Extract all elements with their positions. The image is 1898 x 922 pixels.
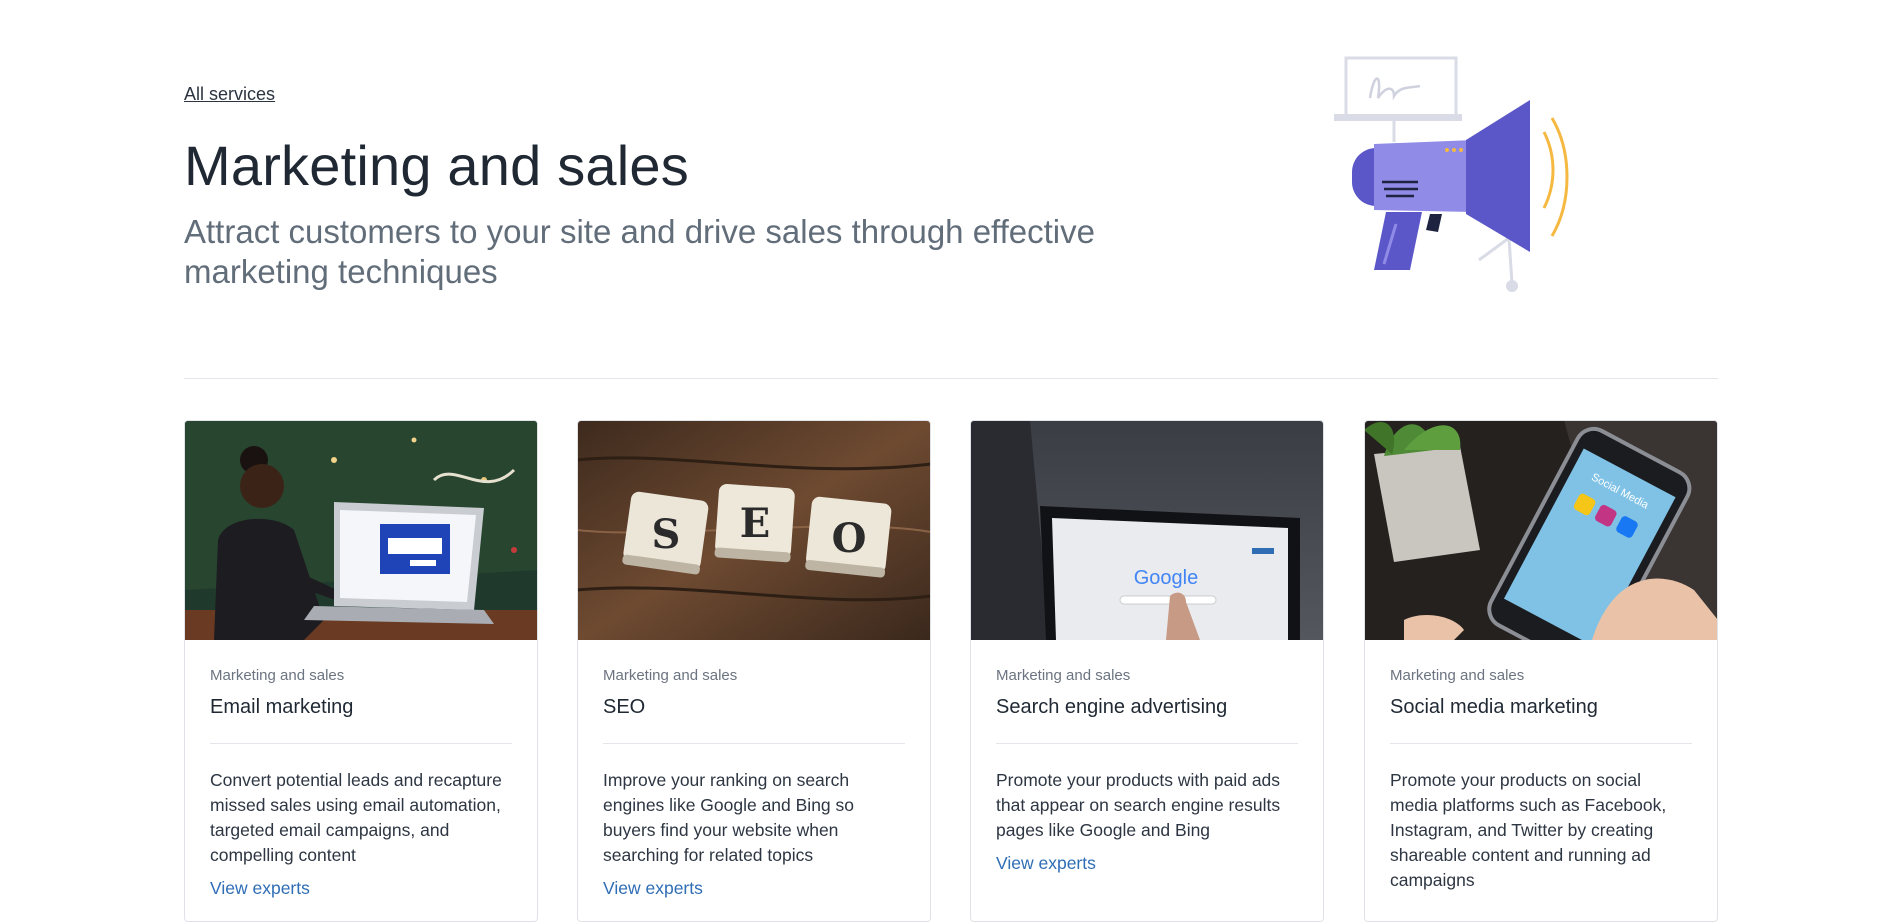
view-experts-link[interactable]: View experts: [210, 878, 512, 899]
card-category: Marketing and sales: [996, 667, 1131, 684]
card-title: Email marketing: [210, 696, 354, 718]
tile-letter: S: [652, 511, 681, 558]
tile-letter: E: [740, 500, 771, 547]
page-title: Marketing and sales: [184, 134, 689, 197]
social-media-phone-photo: Social Media: [1365, 421, 1717, 640]
card-search-engine-advertising[interactable]: Google Marketing and sales Search engine…: [970, 420, 1324, 922]
google-logo-text: Google: [1134, 567, 1199, 589]
breadcrumb-all-services-link[interactable]: All services: [184, 84, 275, 105]
card-description: Promote your products on social media pl…: [1390, 770, 1667, 890]
card-category: Marketing and sales: [210, 667, 345, 684]
card-description: Convert potential leads and recapture mi…: [210, 770, 502, 865]
view-experts-link[interactable]: View experts: [996, 853, 1298, 874]
card-email-marketing[interactable]: Marketing and sales Email marketing Conv…: [184, 420, 538, 922]
card-category: Marketing and sales: [1390, 667, 1525, 684]
card-category: Marketing and sales: [603, 667, 738, 684]
card-seo[interactable]: S E O Marketing and sales SEO Improve yo…: [577, 420, 931, 922]
tile-letter: O: [832, 515, 867, 562]
card-divider: [603, 743, 905, 744]
megaphone-illustration-icon: [1334, 56, 1569, 292]
card-divider: [1390, 743, 1692, 744]
section-divider: [184, 378, 1718, 379]
page-subtitle: Attract customers to your site and drive…: [184, 213, 1095, 290]
card-title: SEO: [603, 696, 646, 718]
card-divider: [210, 743, 512, 744]
card-title: Social media marketing: [1390, 696, 1598, 718]
card-divider: [996, 743, 1298, 744]
seo-scrabble-tiles-photo: S E O: [578, 421, 930, 640]
hero-section: All services Marketing and sales Attract…: [184, 0, 1718, 380]
card-social-media-marketing[interactable]: Social Media Marketing and sales Social …: [1364, 420, 1718, 922]
girl-using-laptop-photo: [185, 421, 537, 640]
view-experts-link[interactable]: View experts: [603, 878, 905, 899]
card-description: Promote your products with paid ads that…: [996, 770, 1281, 840]
service-cards: Marketing and sales Email marketing Conv…: [184, 420, 1718, 922]
card-description: Improve your ranking on search engines l…: [603, 770, 855, 865]
google-on-tablet-photo: Google: [971, 421, 1323, 640]
card-title: Search engine advertising: [996, 696, 1228, 718]
